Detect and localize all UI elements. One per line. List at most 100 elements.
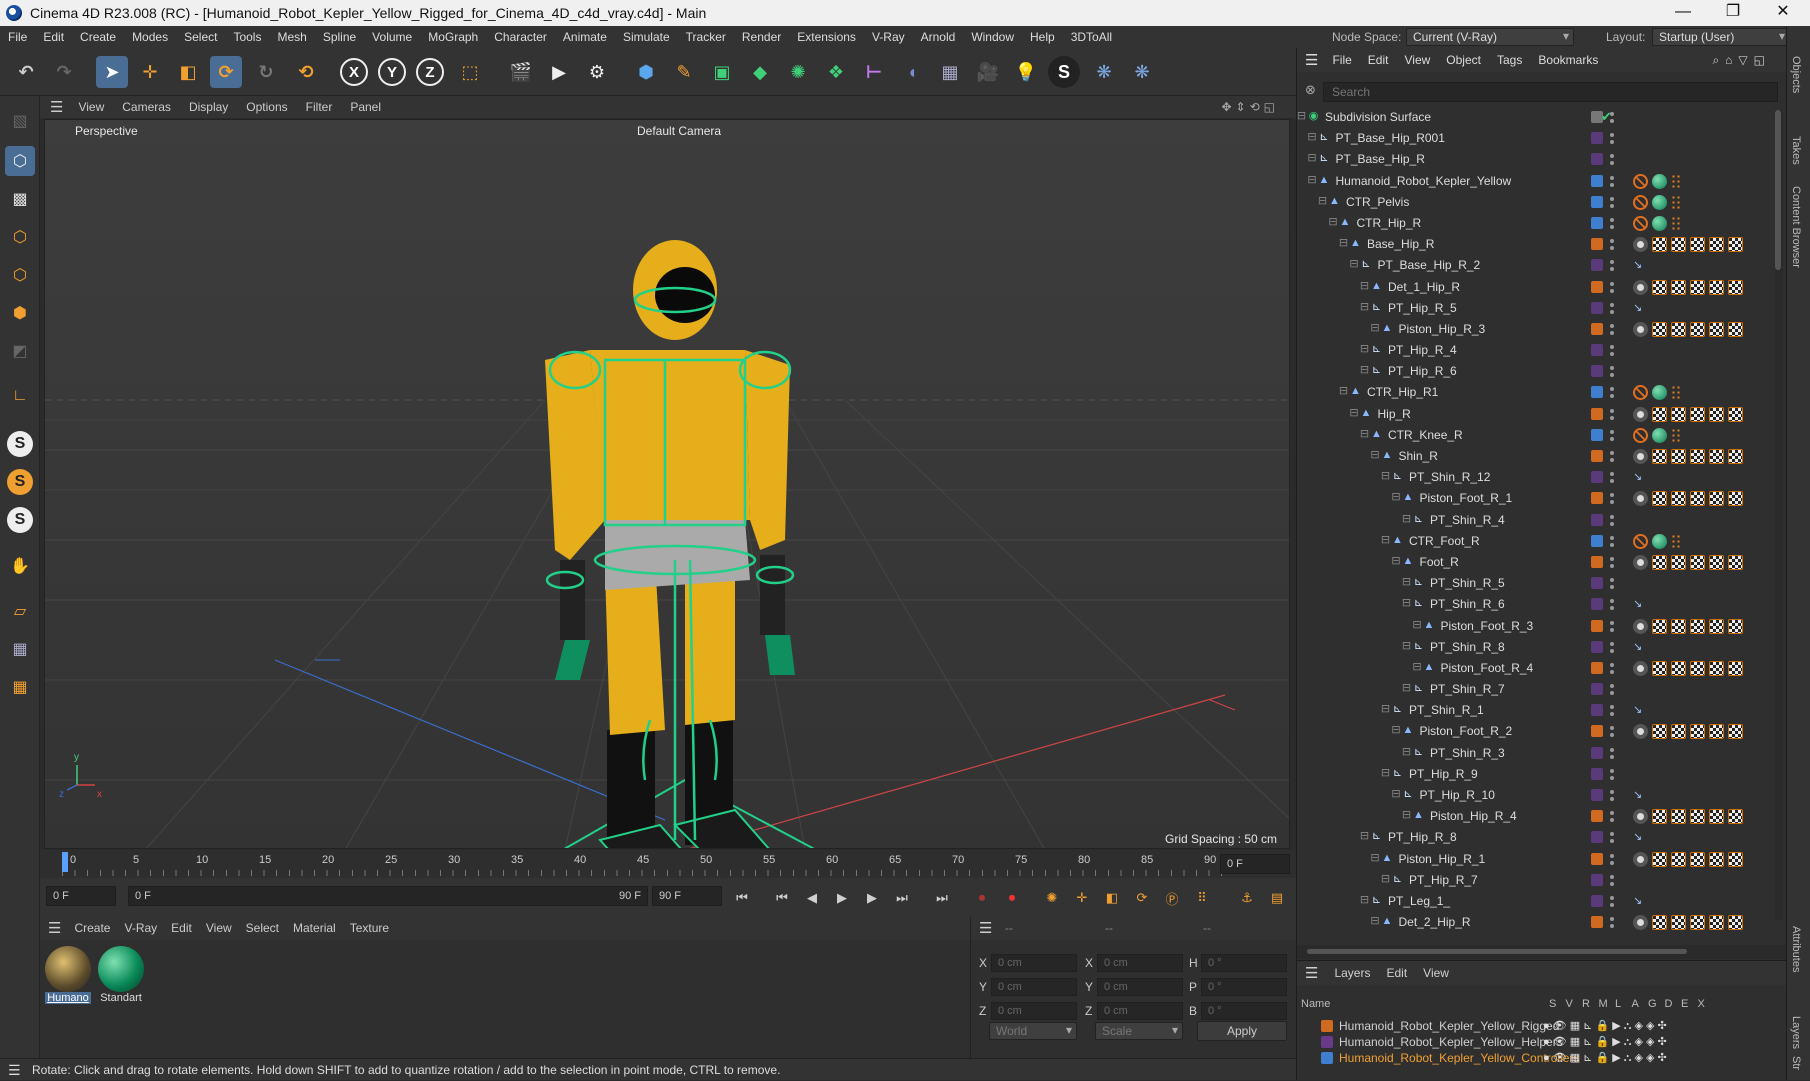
points-mode-icon[interactable]: ⬡ (5, 222, 35, 252)
object-name[interactable]: PT_Base_Hip_R (1336, 152, 1425, 166)
display-tag-icon[interactable] (1671, 194, 1681, 210)
layer-color-swatch[interactable] (1591, 322, 1603, 335)
key-pla-icon[interactable]: ⠿ (1190, 886, 1214, 910)
coordinates-hamburger-icon[interactable]: ☰ (979, 919, 992, 937)
layer-color-swatch[interactable] (1591, 619, 1603, 632)
checker-tag-icon[interactable] (1652, 321, 1667, 337)
layer-color-swatch[interactable] (1591, 174, 1603, 187)
menu-character[interactable]: Character (486, 30, 555, 44)
checker-tag-icon[interactable] (1728, 724, 1743, 740)
object-row[interactable]: ⊟ ⊾ PT_Hip_R_4 (1297, 340, 1787, 361)
camera-icon[interactable]: 🎥 (972, 56, 1004, 88)
coord-position-field[interactable]: 0 cm (991, 1002, 1077, 1020)
material-menu-view[interactable]: View (199, 921, 239, 935)
checker-tag-icon[interactable] (1652, 491, 1667, 507)
material-tag-icon[interactable] (1652, 215, 1667, 231)
world-dropdown[interactable]: World (989, 1022, 1077, 1040)
object-hamburger-icon[interactable]: ☰ (1297, 51, 1324, 69)
object-row[interactable]: ⊟ ⊾ PT_Shin_R_5 (1297, 573, 1787, 594)
phong-tag-icon[interactable] (1633, 449, 1648, 464)
object-name[interactable]: CTR_Hip_R (1357, 216, 1422, 230)
checker-tag-icon[interactable] (1671, 279, 1686, 295)
layer-color-swatch[interactable] (1591, 301, 1603, 314)
object-horizontal-scrollbar[interactable] (1297, 945, 1787, 959)
checker-tag-icon[interactable] (1728, 851, 1743, 867)
checker-tag-icon[interactable] (1690, 279, 1705, 295)
object-name[interactable]: Piston_Foot_R_4 (1441, 661, 1534, 675)
material-tag-icon[interactable] (1652, 427, 1667, 443)
protection-tag-icon[interactable] (1633, 215, 1648, 231)
checker-tag-icon[interactable] (1690, 915, 1705, 931)
material-menu-create[interactable]: Create (67, 921, 117, 935)
light-icon[interactable]: 💡 (1010, 56, 1042, 88)
layer-row[interactable]: Humanoid_Robot_Kepler_Yellow_Controllers… (1297, 1049, 1787, 1067)
visibility-dots-icon[interactable] (1610, 363, 1614, 379)
checker-tag-icon[interactable] (1671, 491, 1686, 507)
object-row[interactable]: ⊟ ▲ Hip_R (1297, 404, 1787, 425)
viewport-camera-label[interactable]: Default Camera (637, 124, 721, 138)
menu-spline[interactable]: Spline (315, 30, 364, 44)
undo-icon[interactable]: ↶ (10, 56, 42, 88)
object-row[interactable]: ⊟ ◉ Subdivision Surface ✔ (1297, 107, 1787, 128)
uv-mode-icon[interactable]: ◩ (5, 336, 35, 366)
menu-animate[interactable]: Animate (555, 30, 615, 44)
display-tag-icon[interactable] (1671, 173, 1681, 189)
visibility-dots-icon[interactable] (1610, 512, 1614, 528)
checker-tag-icon[interactable] (1709, 321, 1724, 337)
layer-color-swatch[interactable] (1591, 577, 1603, 590)
checker-tag-icon[interactable] (1709, 660, 1724, 676)
object-row[interactable]: ⊟ ⊾ PT_Hip_R_7 (1297, 870, 1787, 891)
object-name[interactable]: Humanoid_Robot_Kepler_Yellow (1336, 174, 1512, 188)
visibility-dots-icon[interactable] (1610, 914, 1614, 930)
checker-tag-icon[interactable] (1690, 618, 1705, 634)
keyframe-selection-icon[interactable]: ✺ (1040, 886, 1064, 910)
checker-tag-icon[interactable] (1671, 449, 1686, 464)
material-tag-icon[interactable] (1652, 385, 1667, 401)
object-row[interactable]: ⊟ ⊾ PT_Hip_R_5 ↘ (1297, 298, 1787, 319)
object-name[interactable]: PT_Base_Hip_R001 (1336, 131, 1445, 145)
visibility-dots-icon[interactable] (1610, 279, 1614, 295)
object-name[interactable]: PT_Hip_R_6 (1388, 364, 1457, 378)
visibility-dots-icon[interactable] (1610, 236, 1614, 252)
object-row[interactable]: ⊟ ▲ Det_1_Hip_R (1297, 277, 1787, 298)
object-row[interactable]: ⊟ ▲ Piston_Hip_R_1 (1297, 849, 1787, 870)
checker-tag-icon[interactable] (1690, 321, 1705, 337)
object-name[interactable]: PT_Shin_R_8 (1430, 640, 1505, 654)
minimize-button[interactable]: — (1660, 0, 1706, 26)
end-frame-field[interactable]: 90 F (652, 886, 722, 906)
checker-tag-icon[interactable] (1709, 491, 1724, 507)
object-name[interactable]: Piston_Hip_R_3 (1399, 322, 1486, 336)
object-toolbar-icons[interactable]: ⌕⌂▽◱ (1704, 53, 1779, 68)
menu-arnold[interactable]: Arnold (913, 30, 964, 44)
layer-color-swatch[interactable] (1591, 407, 1603, 420)
menu-file[interactable]: File (0, 30, 35, 44)
go-to-start-icon[interactable]: ⏮ (730, 886, 754, 910)
object-menu-bookmarks[interactable]: Bookmarks (1530, 53, 1606, 67)
object-row[interactable]: ⊟ ▲ Base_Hip_R (1297, 234, 1787, 255)
layer-color-swatch[interactable] (1591, 238, 1603, 251)
layer-color-swatch[interactable] (1321, 1020, 1333, 1032)
checker-tag-icon[interactable] (1728, 915, 1743, 931)
maximize-button[interactable]: ❐ (1710, 0, 1756, 26)
menu-edit[interactable]: Edit (35, 30, 72, 44)
object-row[interactable]: ⊟ ▲ Piston_Foot_R_2 (1297, 721, 1787, 742)
checker-tag-icon[interactable] (1652, 660, 1667, 676)
layer-toggle-icons[interactable]: ● 👁 ▦ ⊾ 🔒 ▶ ⛬ ◈ ◈ ✣ (1543, 1035, 1667, 1049)
object-row[interactable]: ⊟ ▲ Piston_Foot_R_4 (1297, 658, 1787, 679)
extrude-icon[interactable]: ◆ (744, 56, 776, 88)
menu-tracker[interactable]: Tracker (678, 30, 734, 44)
object-name[interactable]: Hip_R (1378, 407, 1411, 421)
object-name[interactable]: Piston_Foot_R_3 (1441, 619, 1534, 633)
viewport-menu-panel[interactable]: Panel (341, 100, 390, 114)
cloner-icon[interactable]: ✺ (782, 56, 814, 88)
floor-icon[interactable]: ▦ (934, 56, 966, 88)
checker-tag-icon[interactable] (1690, 660, 1705, 676)
object-name[interactable]: Det_2_Hip_R (1399, 915, 1471, 929)
visibility-dots-icon[interactable] (1610, 194, 1614, 210)
coord-rotation-field[interactable]: 0 ° (1201, 954, 1287, 972)
checker-tag-icon[interactable] (1690, 491, 1705, 507)
object-row[interactable]: ⊟ ⊾ PT_Leg_1_ ↘ (1297, 891, 1787, 912)
checker-tag-icon[interactable] (1728, 491, 1743, 507)
viewport-menu-cameras[interactable]: Cameras (113, 100, 180, 114)
layer-color-swatch[interactable] (1591, 810, 1603, 823)
